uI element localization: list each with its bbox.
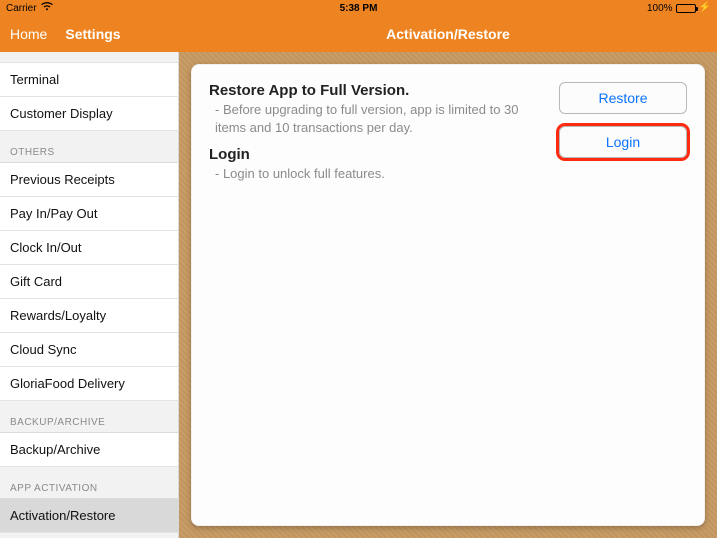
sidebar-header-activation: APP ACTIVATION	[0, 467, 178, 499]
status-time: 5:38 PM	[340, 3, 378, 14]
sidebar-header-backup: BACKUP/ARCHIVE	[0, 401, 178, 433]
sidebar-item-cloud-sync[interactable]: Cloud Sync	[0, 333, 178, 367]
sidebar-item-rewards-loyalty[interactable]: Rewards/Loyalty	[0, 299, 178, 333]
back-button[interactable]: Home	[10, 26, 47, 42]
nav-title-main: Activation/Restore	[179, 16, 717, 52]
sidebar-item-customer-display[interactable]: Customer Display	[0, 97, 178, 131]
nav-title-left: Settings	[65, 26, 120, 42]
sidebar-item-activation-restore[interactable]: Activation/Restore	[0, 499, 178, 533]
sidebar-item-backup-archive[interactable]: Backup/Archive	[0, 433, 178, 467]
sidebar-item-clock-in-out[interactable]: Clock In/Out	[0, 231, 178, 265]
login-heading: Login	[209, 146, 547, 163]
restore-subtext: - Before upgrading to full version, app …	[209, 101, 547, 136]
wifi-icon	[41, 2, 53, 14]
sidebar-item-gift-card[interactable]: Gift Card	[0, 265, 178, 299]
login-subtext: - Login to unlock full features.	[209, 165, 547, 183]
status-left: Carrier	[6, 2, 53, 14]
battery-icon	[676, 4, 696, 13]
charging-icon: ⚡	[699, 3, 711, 13]
nav-left: Home Settings	[0, 16, 179, 52]
sidebar-header-others: OTHERS	[0, 131, 178, 163]
sidebar[interactable]: Terminal Customer Display OTHERS Previou…	[0, 52, 179, 538]
sidebar-item-previous-receipts[interactable]: Previous Receipts	[0, 163, 178, 197]
content-card: Restore App to Full Version. - Before up…	[191, 64, 705, 526]
sidebar-item-payin-payout[interactable]: Pay In/Pay Out	[0, 197, 178, 231]
status-right: 100% ⚡	[647, 3, 711, 14]
main-area: Restore App to Full Version. - Before up…	[179, 52, 717, 538]
restore-heading: Restore App to Full Version.	[209, 82, 547, 99]
battery-percent: 100%	[647, 3, 673, 14]
status-bar: Carrier 5:38 PM 100% ⚡	[0, 0, 717, 16]
sidebar-item-gloriafood[interactable]: GloriaFood Delivery	[0, 367, 178, 401]
sidebar-item-terminal[interactable]: Terminal	[0, 62, 178, 97]
carrier-label: Carrier	[6, 3, 37, 14]
login-button[interactable]: Login	[559, 126, 687, 158]
nav-bar: Home Settings Activation/Restore	[0, 16, 717, 52]
restore-button[interactable]: Restore	[559, 82, 687, 114]
